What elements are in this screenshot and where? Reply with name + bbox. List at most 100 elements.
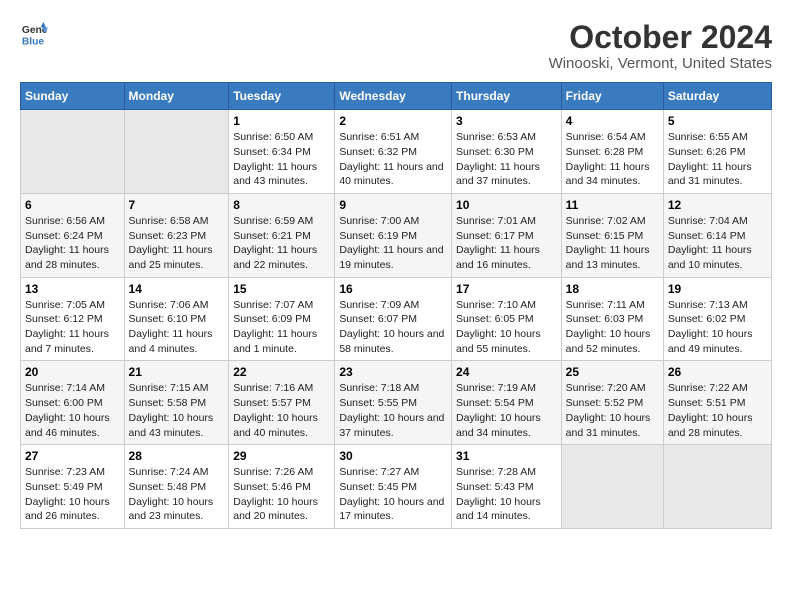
day-number: 8 <box>233 198 330 212</box>
table-cell: 14 Sunrise: 7:06 AMSunset: 6:10 PMDayligh… <box>124 277 229 361</box>
day-info: Sunrise: 7:28 AMSunset: 5:43 PMDaylight:… <box>456 465 557 524</box>
logo: General Blue <box>20 20 48 48</box>
table-cell: 7 Sunrise: 6:58 AMSunset: 6:23 PMDaylight… <box>124 193 229 277</box>
table-cell: 28 Sunrise: 7:24 AMSunset: 5:48 PMDayligh… <box>124 445 229 529</box>
table-cell: 23 Sunrise: 7:18 AMSunset: 5:55 PMDayligh… <box>335 361 452 445</box>
day-info: Sunrise: 7:26 AMSunset: 5:46 PMDaylight:… <box>233 465 330 524</box>
calendar-header: SundayMondayTuesdayWednesdayThursdayFrid… <box>21 83 772 110</box>
day-info: Sunrise: 6:59 AMSunset: 6:21 PMDaylight:… <box>233 214 330 273</box>
week-row-4: 20Sunrise: 7:14 AMSunset: 6:00 PMDayligh… <box>21 361 772 445</box>
day-number: 3 <box>456 114 557 128</box>
day-number: 15 <box>233 282 330 296</box>
table-cell: 11 Sunrise: 7:02 AMSunset: 6:15 PMDayligh… <box>561 193 663 277</box>
svg-text:Blue: Blue <box>22 36 45 47</box>
day-number: 5 <box>668 114 767 128</box>
header-wednesday: Wednesday <box>335 83 452 110</box>
table-cell: 1Sunrise: 6:50 AMSunset: 6:34 PMDaylight… <box>229 110 335 194</box>
day-number: 22 <box>233 365 330 379</box>
day-info: Sunrise: 7:00 AMSunset: 6:19 PMDaylight:… <box>339 214 447 273</box>
day-number: 31 <box>456 449 557 463</box>
table-cell: 13Sunrise: 7:05 AMSunset: 6:12 PMDayligh… <box>21 277 125 361</box>
day-info: Sunrise: 7:27 AMSunset: 5:45 PMDaylight:… <box>339 465 447 524</box>
table-cell: 22 Sunrise: 7:16 AMSunset: 5:57 PMDayligh… <box>229 361 335 445</box>
day-info: Sunrise: 7:18 AMSunset: 5:55 PMDaylight:… <box>339 381 447 440</box>
day-number: 4 <box>566 114 659 128</box>
day-info: Sunrise: 6:56 AMSunset: 6:24 PMDaylight:… <box>25 214 120 273</box>
logo-icon: General Blue <box>20 20 48 48</box>
day-info: Sunrise: 7:24 AMSunset: 5:48 PMDaylight:… <box>129 465 225 524</box>
table-cell: 6 Sunrise: 6:56 AMSunset: 6:24 PMDaylight… <box>21 193 125 277</box>
day-number: 12 <box>668 198 767 212</box>
day-number: 1 <box>233 114 330 128</box>
table-cell: 18 Sunrise: 7:11 AMSunset: 6:03 PMDayligh… <box>561 277 663 361</box>
day-number: 19 <box>668 282 767 296</box>
header-friday: Friday <box>561 83 663 110</box>
day-info: Sunrise: 7:05 AMSunset: 6:12 PMDaylight:… <box>25 298 120 357</box>
day-number: 23 <box>339 365 447 379</box>
day-info: Sunrise: 6:58 AMSunset: 6:23 PMDaylight:… <box>129 214 225 273</box>
day-number: 2 <box>339 114 447 128</box>
title-area: October 2024 Winooski, Vermont, United S… <box>549 20 772 72</box>
day-info: Sunrise: 7:19 AMSunset: 5:54 PMDaylight:… <box>456 381 557 440</box>
day-number: 10 <box>456 198 557 212</box>
day-number: 18 <box>566 282 659 296</box>
header-monday: Monday <box>124 83 229 110</box>
day-info: Sunrise: 7:15 AMSunset: 5:58 PMDaylight:… <box>129 381 225 440</box>
header-row: SundayMondayTuesdayWednesdayThursdayFrid… <box>21 83 772 110</box>
header-thursday: Thursday <box>452 83 562 110</box>
day-number: 26 <box>668 365 767 379</box>
table-cell: 24 Sunrise: 7:19 AMSunset: 5:54 PMDayligh… <box>452 361 562 445</box>
table-cell: 31 Sunrise: 7:28 AMSunset: 5:43 PMDayligh… <box>452 445 562 529</box>
day-number: 6 <box>25 198 120 212</box>
calendar-body: 1Sunrise: 6:50 AMSunset: 6:34 PMDaylight… <box>21 110 772 529</box>
table-cell: 19 Sunrise: 7:13 AMSunset: 6:02 PMDayligh… <box>663 277 771 361</box>
subtitle: Winooski, Vermont, United States <box>549 55 772 72</box>
day-number: 17 <box>456 282 557 296</box>
day-info: Sunrise: 7:04 AMSunset: 6:14 PMDaylight:… <box>668 214 767 273</box>
table-cell <box>663 445 771 529</box>
day-info: Sunrise: 6:54 AMSunset: 6:28 PMDaylight:… <box>566 130 659 189</box>
day-info: Sunrise: 7:11 AMSunset: 6:03 PMDaylight:… <box>566 298 659 357</box>
day-number: 14 <box>129 282 225 296</box>
week-row-2: 6 Sunrise: 6:56 AMSunset: 6:24 PMDaylight… <box>21 193 772 277</box>
day-info: Sunrise: 7:09 AMSunset: 6:07 PMDaylight:… <box>339 298 447 357</box>
table-cell <box>561 445 663 529</box>
day-info: Sunrise: 7:01 AMSunset: 6:17 PMDaylight:… <box>456 214 557 273</box>
day-info: Sunrise: 7:13 AMSunset: 6:02 PMDaylight:… <box>668 298 767 357</box>
day-number: 29 <box>233 449 330 463</box>
table-cell: 5 Sunrise: 6:55 AMSunset: 6:26 PMDaylight… <box>663 110 771 194</box>
table-cell: 15Sunrise: 7:07 AMSunset: 6:09 PMDayligh… <box>229 277 335 361</box>
table-cell: 27 Sunrise: 7:23 AMSunset: 5:49 PMDayligh… <box>21 445 125 529</box>
day-info: Sunrise: 7:20 AMSunset: 5:52 PMDaylight:… <box>566 381 659 440</box>
day-info: Sunrise: 7:14 AMSunset: 6:00 PMDaylight:… <box>25 381 120 440</box>
header-sunday: Sunday <box>21 83 125 110</box>
table-cell <box>124 110 229 194</box>
table-cell: 26 Sunrise: 7:22 AMSunset: 5:51 PMDayligh… <box>663 361 771 445</box>
table-cell: 9Sunrise: 7:00 AMSunset: 6:19 PMDaylight… <box>335 193 452 277</box>
day-info: Sunrise: 7:02 AMSunset: 6:15 PMDaylight:… <box>566 214 659 273</box>
day-number: 21 <box>129 365 225 379</box>
day-info: Sunrise: 7:06 AMSunset: 6:10 PMDaylight:… <box>129 298 225 357</box>
table-cell: 10 Sunrise: 7:01 AMSunset: 6:17 PMDayligh… <box>452 193 562 277</box>
day-info: Sunrise: 7:23 AMSunset: 5:49 PMDaylight:… <box>25 465 120 524</box>
day-info: Sunrise: 7:22 AMSunset: 5:51 PMDaylight:… <box>668 381 767 440</box>
week-row-1: 1Sunrise: 6:50 AMSunset: 6:34 PMDaylight… <box>21 110 772 194</box>
day-number: 11 <box>566 198 659 212</box>
day-info: Sunrise: 7:16 AMSunset: 5:57 PMDaylight:… <box>233 381 330 440</box>
table-cell: 3 Sunrise: 6:53 AMSunset: 6:30 PMDaylight… <box>452 110 562 194</box>
table-cell <box>21 110 125 194</box>
header-tuesday: Tuesday <box>229 83 335 110</box>
table-cell: 16Sunrise: 7:09 AMSunset: 6:07 PMDayligh… <box>335 277 452 361</box>
day-info: Sunrise: 6:51 AMSunset: 6:32 PMDaylight:… <box>339 130 447 189</box>
table-cell: 12 Sunrise: 7:04 AMSunset: 6:14 PMDayligh… <box>663 193 771 277</box>
table-cell: 8 Sunrise: 6:59 AMSunset: 6:21 PMDaylight… <box>229 193 335 277</box>
week-row-5: 27 Sunrise: 7:23 AMSunset: 5:49 PMDayligh… <box>21 445 772 529</box>
day-number: 28 <box>129 449 225 463</box>
day-number: 24 <box>456 365 557 379</box>
day-number: 27 <box>25 449 120 463</box>
table-cell: 30Sunrise: 7:27 AMSunset: 5:45 PMDayligh… <box>335 445 452 529</box>
day-number: 7 <box>129 198 225 212</box>
day-info: Sunrise: 6:53 AMSunset: 6:30 PMDaylight:… <box>456 130 557 189</box>
day-info: Sunrise: 6:55 AMSunset: 6:26 PMDaylight:… <box>668 130 767 189</box>
table-cell: 29 Sunrise: 7:26 AMSunset: 5:46 PMDayligh… <box>229 445 335 529</box>
